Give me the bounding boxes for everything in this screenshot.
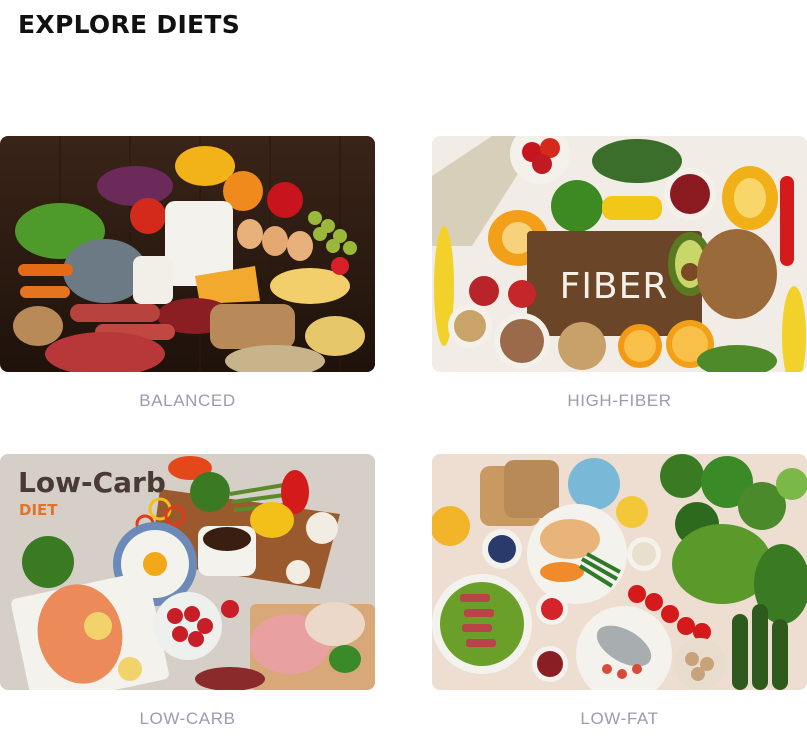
diet-label-balanced[interactable]: BALANCED: [0, 391, 375, 411]
low-fat-food-image[interactable]: [432, 454, 807, 690]
low-carb-food-image[interactable]: Low-Carb DIET: [0, 454, 375, 690]
diet-card-low-fat[interactable]: LOW-FAT: [432, 454, 807, 729]
diet-card-high-fiber[interactable]: FIBER HIGH-FIBER: [432, 136, 807, 411]
fiber-board-text: FIBER: [560, 266, 669, 307]
low-carb-image-subtitle: DIET: [19, 501, 58, 519]
high-fiber-food-image[interactable]: FIBER: [432, 136, 807, 372]
balanced-food-image[interactable]: [0, 136, 375, 372]
diet-label-low-fat[interactable]: LOW-FAT: [432, 709, 807, 729]
diet-card-low-carb[interactable]: Low-Carb DIET LOW-CARB: [0, 454, 375, 729]
page-title: EXPLORE DIETS: [18, 10, 241, 39]
diet-label-high-fiber[interactable]: HIGH-FIBER: [432, 391, 807, 411]
diet-card-balanced[interactable]: BALANCED: [0, 136, 375, 411]
low-carb-image-title: Low-Carb: [18, 466, 166, 499]
diet-label-low-carb[interactable]: LOW-CARB: [0, 709, 375, 729]
